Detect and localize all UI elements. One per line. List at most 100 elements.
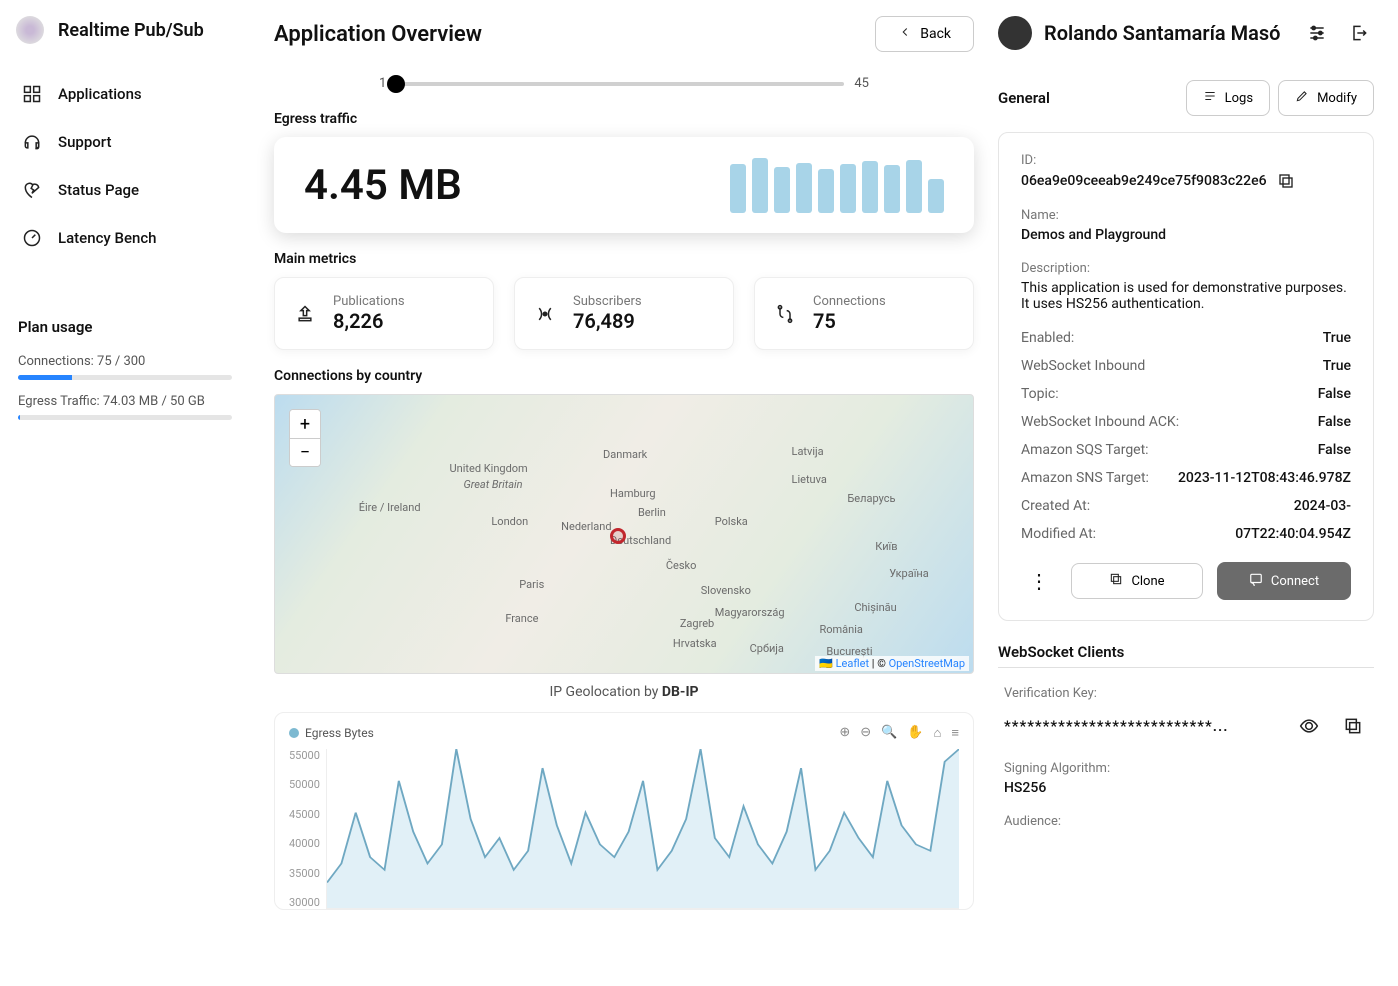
egress-sparkline xyxy=(730,157,944,213)
zoom-in-icon[interactable]: ⊕ xyxy=(839,725,850,741)
plan-connections-progress xyxy=(18,375,232,380)
detail-row: Amazon SQS Target:False xyxy=(1021,442,1351,458)
sidebar-item-label: Latency Bench xyxy=(58,229,157,247)
detail-key: Topic: xyxy=(1021,386,1059,402)
metric-value: 75 xyxy=(813,309,886,333)
home-icon[interactable]: ⌂ xyxy=(934,725,942,741)
metric-label: Subscribers xyxy=(573,294,642,309)
menu-icon[interactable]: ≡ xyxy=(951,725,959,741)
copy-icon[interactable] xyxy=(1277,172,1295,190)
detail-value: 2023-11-12T08:43:46.978Z xyxy=(1178,470,1351,486)
detail-value: 07T22:40:04.954Z xyxy=(1235,526,1351,542)
detail-row: WebSocket Inbound ACK: False xyxy=(1021,414,1351,430)
eye-icon[interactable] xyxy=(1294,711,1324,741)
chart-legend: Egress Bytes xyxy=(289,726,374,740)
slider-track[interactable] xyxy=(396,82,844,86)
ws-clients-title: WebSocket Clients xyxy=(998,643,1374,661)
more-menu[interactable]: ⋮ xyxy=(1021,569,1057,593)
sidebar-nav: Applications Support Status Page Latency… xyxy=(12,74,238,258)
detail-row: Enabled:True xyxy=(1021,330,1351,346)
sidebar-item-latency-bench[interactable]: Latency Bench xyxy=(12,218,238,258)
plan-usage-title: Plan usage xyxy=(18,318,232,336)
metrics-title: Main metrics xyxy=(274,251,974,267)
map-title: Connections by country xyxy=(274,368,974,384)
chart-yaxis: 55000 50000 45000 40000 35000 30000 xyxy=(289,749,326,909)
plan-egress: Egress Traffic: 74.03 MB / 50 GB xyxy=(18,394,232,409)
app-desc: This application is used for demonstrati… xyxy=(1021,280,1351,312)
sidebar-item-status-page[interactable]: Status Page xyxy=(12,170,238,210)
name-label: Name: xyxy=(1021,208,1351,223)
map-caption: IP Geolocation by DB-IP xyxy=(274,684,974,700)
chevron-left-icon xyxy=(898,25,912,43)
modify-button[interactable]: Modify xyxy=(1278,80,1374,116)
signing-algo: HS256 xyxy=(1004,780,1368,796)
slider-thumb[interactable] xyxy=(387,75,405,93)
clone-button[interactable]: Clone xyxy=(1071,563,1203,599)
list-icon xyxy=(1203,89,1217,107)
map-attribution: 🇺🇦 Leaflet | © OpenStreetMap xyxy=(815,656,969,671)
pan-icon[interactable]: ✋ xyxy=(907,725,923,741)
metric-value: 76,489 xyxy=(573,309,642,333)
sidebar-item-label: Status Page xyxy=(58,181,139,199)
legend-dot-icon xyxy=(289,728,299,738)
dbip-link[interactable]: DB-IP xyxy=(662,684,699,700)
detail-value: False xyxy=(1318,442,1351,458)
page-title: Application Overview xyxy=(274,22,482,47)
osm-link[interactable]: OpenStreetMap xyxy=(889,657,965,670)
zoom-out-icon[interactable]: ⊖ xyxy=(860,725,871,741)
connections-map[interactable]: + − United Kingdom Great Britain Éire / … xyxy=(274,394,974,674)
detail-key: Amazon SNS Target: xyxy=(1021,470,1149,486)
sidebar-item-label: Support xyxy=(58,133,111,151)
app-name: Demos and Playground xyxy=(1021,227,1351,243)
connect-button[interactable]: Connect xyxy=(1217,562,1351,600)
sidebar-item-support[interactable]: Support xyxy=(12,122,238,162)
sidebar-item-label: Applications xyxy=(58,85,142,103)
verification-key: ***************************... xyxy=(1004,717,1280,735)
zoom-out-button[interactable]: − xyxy=(290,438,320,466)
detail-row: Created At: 2024-03- xyxy=(1021,498,1351,514)
grid-icon xyxy=(22,84,42,104)
zoom-in-button[interactable]: + xyxy=(290,410,320,438)
plan-usage: Plan usage Connections: 75 / 300 Egress … xyxy=(12,318,238,420)
copy-icon[interactable] xyxy=(1338,711,1368,741)
settings-icon[interactable] xyxy=(1302,18,1332,48)
detail-key: WebSocket Inbound xyxy=(1021,358,1145,374)
detail-row: WebSocket InboundTrue xyxy=(1021,358,1351,374)
back-button[interactable]: Back xyxy=(875,16,974,52)
logs-button[interactable]: Logs xyxy=(1186,80,1270,116)
metric-connections: Connections 75 xyxy=(754,277,974,350)
egress-title: Egress traffic xyxy=(274,111,974,127)
time-slider[interactable]: 1 45 xyxy=(379,76,869,91)
zoom-select-icon[interactable]: 🔍 xyxy=(881,725,897,741)
divider xyxy=(998,667,1374,668)
detail-key: WebSocket Inbound ACK: xyxy=(1021,414,1179,430)
egress-chart: Egress Bytes ⊕ ⊖ 🔍 ✋ ⌂ ≡ 55000 50000 450… xyxy=(274,712,974,910)
sidebar-item-applications[interactable]: Applications xyxy=(12,74,238,114)
brand-logo xyxy=(16,16,44,44)
gauge-icon xyxy=(22,228,42,248)
detail-row: Modified At: 07T22:40:04.954Z xyxy=(1021,526,1351,542)
slider-max: 45 xyxy=(854,76,869,91)
plan-connections: Connections: 75 / 300 xyxy=(18,354,232,369)
algo-label: Signing Algorithm: xyxy=(1004,761,1368,776)
avatar[interactable] xyxy=(998,16,1032,50)
detail-row: Topic: False xyxy=(1021,386,1351,402)
brand-title: Realtime Pub/Sub xyxy=(58,20,204,41)
legend-label: Egress Bytes xyxy=(305,726,374,740)
metric-label: Connections xyxy=(813,294,886,309)
copy-icon xyxy=(1109,572,1123,590)
detail-value: False xyxy=(1318,414,1351,430)
leaflet-link[interactable]: Leaflet xyxy=(836,657,869,670)
broadcast-icon xyxy=(533,302,557,326)
metric-value: 8,226 xyxy=(333,309,405,333)
detail-row: Amazon SNS Target: 2023-11-12T08:43:46.97… xyxy=(1021,470,1351,486)
detail-value: False xyxy=(1318,386,1351,402)
metric-subscribers: Subscribers 76,489 xyxy=(514,277,734,350)
metric-label: Publications xyxy=(333,294,405,309)
detail-key: Modified At: xyxy=(1021,526,1096,542)
detail-value: 2024-03- xyxy=(1294,498,1351,514)
tab-general[interactable]: General xyxy=(998,89,1050,107)
detail-key: Enabled: xyxy=(1021,330,1074,346)
logout-icon[interactable] xyxy=(1344,18,1374,48)
detail-key: Created At: xyxy=(1021,498,1090,514)
